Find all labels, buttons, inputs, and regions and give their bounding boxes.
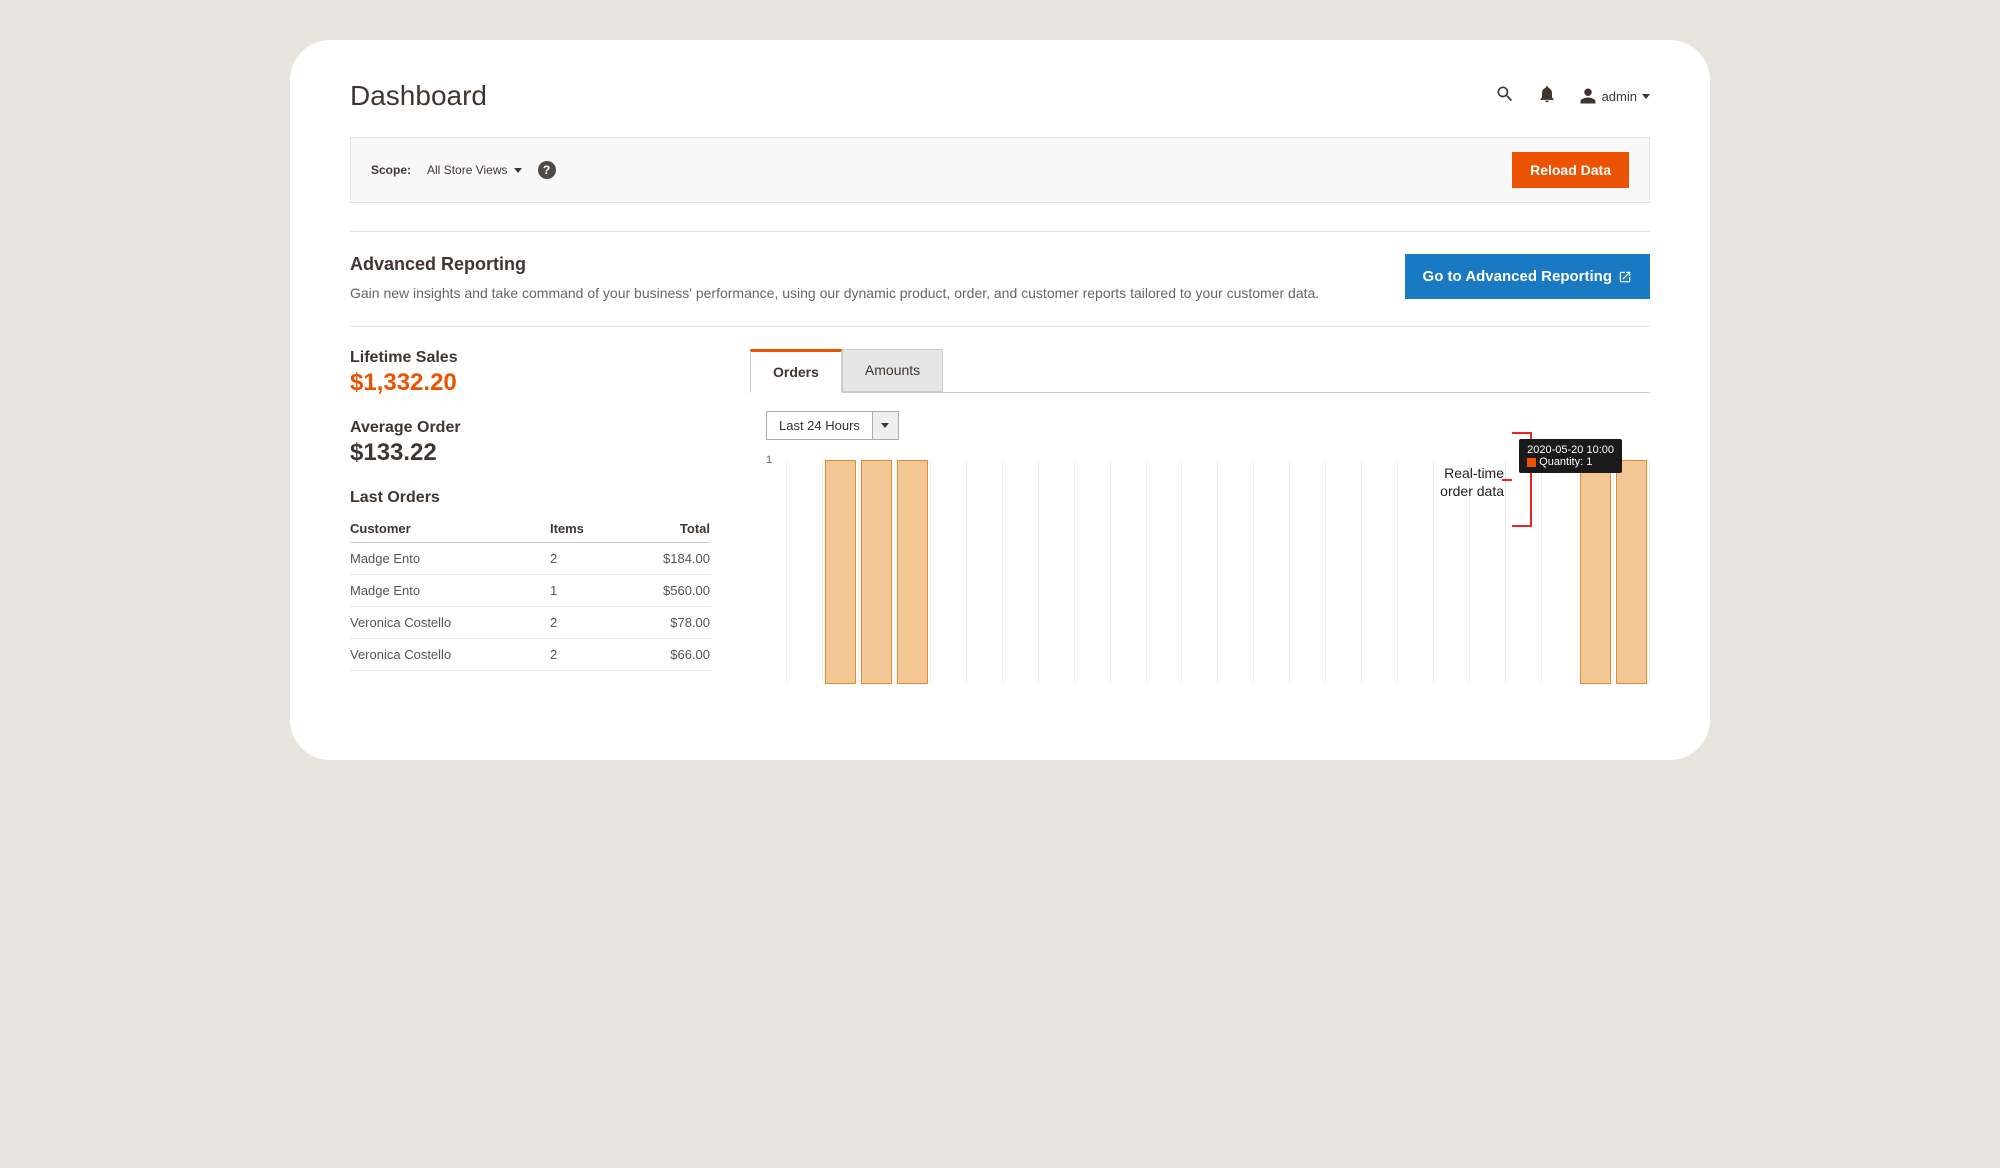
left-column: Lifetime Sales $1,332.20 Average Order $… [350, 349, 710, 684]
header: Dashboard admin [350, 80, 1650, 137]
reload-button[interactable]: Reload Data [1512, 152, 1629, 188]
chart-column [1074, 460, 1110, 684]
cell-total: $560.00 [617, 575, 710, 607]
divider [350, 231, 1650, 232]
tooltip-swatch [1527, 458, 1536, 467]
tab-amounts[interactable]: Amounts [842, 349, 943, 392]
external-link-icon [1618, 270, 1632, 284]
col-items: Items [550, 515, 617, 543]
chevron-down-icon [514, 168, 522, 173]
advanced-title: Advanced Reporting [350, 254, 1375, 275]
user-icon [1579, 87, 1597, 105]
chart-column [1181, 460, 1217, 684]
user-label: admin [1602, 89, 1637, 104]
chart-column [1110, 460, 1146, 684]
advanced-desc: Gain new insights and take command of yo… [350, 283, 1375, 304]
cell-items: 2 [550, 543, 617, 575]
cell-total: $184.00 [617, 543, 710, 575]
chart-column [894, 460, 930, 684]
chart-column [930, 460, 966, 684]
dashboard-card: Dashboard admin Scope: All Store Views ? [290, 40, 1710, 760]
tab-content: Last 24 Hours 1 Real-time order data 202… [750, 392, 1650, 684]
right-column: Orders Amounts Last 24 Hours 1 Real-time… [750, 349, 1650, 684]
chart-column [786, 460, 822, 684]
lifetime-sales-value: $1,332.20 [350, 369, 710, 397]
chart-bar[interactable] [861, 460, 892, 684]
table-row[interactable]: Madge Ento1$560.00 [350, 575, 710, 607]
cell-total: $66.00 [617, 639, 710, 671]
average-order-value: $133.22 [350, 439, 710, 467]
cell-total: $78.00 [617, 607, 710, 639]
lifetime-sales-label: Lifetime Sales [350, 349, 710, 367]
chart-column [1325, 460, 1361, 684]
header-actions: admin [1495, 84, 1650, 109]
cell-customer: Madge Ento [350, 543, 550, 575]
scope-bar: Scope: All Store Views ? Reload Data [350, 137, 1650, 203]
user-menu[interactable]: admin [1579, 87, 1650, 105]
chart-bar[interactable] [897, 460, 928, 684]
chart-column [1002, 460, 1038, 684]
annotation-text: Real-time order data [1440, 464, 1504, 500]
cell-customer: Madge Ento [350, 575, 550, 607]
scope-left: Scope: All Store Views ? [371, 161, 556, 179]
chart-column [966, 460, 1002, 684]
page-title: Dashboard [350, 80, 487, 112]
advanced-reporting-section: Advanced Reporting Gain new insights and… [350, 254, 1650, 327]
chart-column [1541, 460, 1577, 684]
cell-items: 2 [550, 607, 617, 639]
table-row[interactable]: Veronica Costello2$66.00 [350, 639, 710, 671]
tab-orders[interactable]: Orders [750, 349, 842, 393]
tooltip-qty: Quantity: 1 [1527, 456, 1614, 468]
last-orders-table: Customer Items Total Madge Ento2$184.00M… [350, 515, 710, 671]
table-row[interactable]: Madge Ento2$184.00 [350, 543, 710, 575]
chart-column [1577, 460, 1613, 684]
chart-column [1289, 460, 1325, 684]
cell-items: 1 [550, 575, 617, 607]
average-order-label: Average Order [350, 419, 710, 437]
chart-bar[interactable] [1580, 460, 1611, 684]
cell-items: 2 [550, 639, 617, 671]
go-to-advanced-reporting-button[interactable]: Go to Advanced Reporting [1405, 254, 1650, 299]
cell-customer: Veronica Costello [350, 607, 550, 639]
scope-label: Scope: [371, 163, 411, 177]
notifications-icon[interactable] [1537, 84, 1557, 109]
chart-column [1038, 460, 1074, 684]
time-range-value: Last 24 Hours [766, 411, 873, 440]
col-customer: Customer [350, 515, 550, 543]
chevron-down-icon [1642, 94, 1650, 99]
chart-column [1253, 460, 1289, 684]
chart-tooltip: 2020-05-20 10:00 Quantity: 1 [1519, 439, 1622, 473]
chart-bar[interactable] [825, 460, 856, 684]
chevron-down-icon [873, 411, 899, 440]
chart-bar[interactable] [1616, 460, 1647, 684]
chart-column [1146, 460, 1182, 684]
y-axis-tick: 1 [766, 454, 772, 466]
chart-column [858, 460, 894, 684]
tooltip-time: 2020-05-20 10:00 [1527, 444, 1614, 456]
chart-column [1361, 460, 1397, 684]
main-row: Lifetime Sales $1,332.20 Average Order $… [350, 349, 1650, 684]
chart-tabs: Orders Amounts [750, 349, 1650, 392]
chart-column [1217, 460, 1253, 684]
table-header-row: Customer Items Total [350, 515, 710, 543]
cell-customer: Veronica Costello [350, 639, 550, 671]
chart-column [1613, 460, 1650, 684]
chart-column [822, 460, 858, 684]
orders-chart: 1 Real-time order data 2020-05-20 10:00 … [766, 454, 1650, 684]
advanced-btn-label: Go to Advanced Reporting [1423, 268, 1612, 285]
help-icon[interactable]: ? [538, 161, 556, 179]
chart-column [1397, 460, 1433, 684]
last-orders-title: Last Orders [350, 489, 710, 507]
advanced-left: Advanced Reporting Gain new insights and… [350, 254, 1375, 304]
col-total: Total [617, 515, 710, 543]
table-row[interactable]: Veronica Costello2$78.00 [350, 607, 710, 639]
search-icon[interactable] [1495, 84, 1515, 109]
scope-value: All Store Views [427, 163, 507, 177]
scope-select[interactable]: All Store Views [427, 163, 521, 177]
